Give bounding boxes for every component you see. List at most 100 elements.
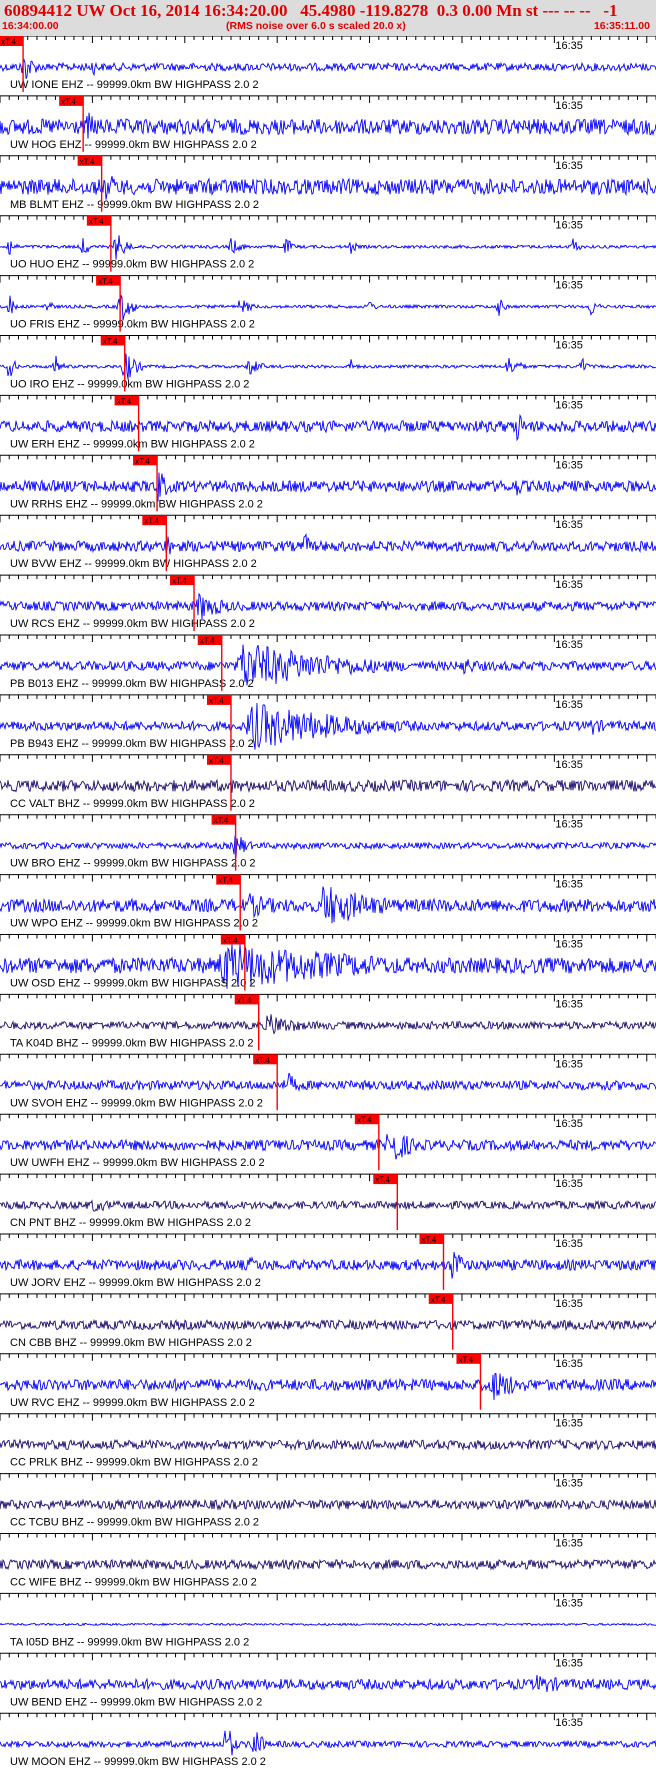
pick-label: xT.4: [117, 397, 132, 406]
station-label: UW RVC EHZ -- 99999.0km BW HIGHPASS 2.0 …: [10, 1397, 255, 1409]
minute-tick-label: 16:35: [555, 160, 583, 172]
pick-label: xT.4: [421, 1236, 436, 1245]
station-label: CN CBB BHZ -- 99999.0km BW HIGHPASS 2.0 …: [10, 1337, 252, 1349]
waveform-trace: [0, 1318, 656, 1331]
minute-tick-label: 16:35: [555, 100, 583, 112]
minute-tick-label: 16:35: [555, 1597, 583, 1609]
waveform-trace: [0, 58, 656, 79]
station-label: UW RRHS EHZ -- 99999.0km BW HIGHPASS 2.0…: [10, 498, 263, 510]
station-row: 16:35 UO IRO EHZ -- 99999.0km BW HIGHPASS…: [0, 335, 656, 392]
minute-tick-label: 16:35: [555, 280, 583, 292]
station-label: UW BRO EHZ -- 99999.0km BW HIGHPASS 2.0 …: [10, 858, 256, 870]
station-label: CC PRLK BHZ -- 99999.0km BW HIGHPASS 2.0…: [10, 1457, 258, 1469]
minute-tick-label: 16:35: [555, 1238, 583, 1250]
station-label: CC WIFE BHZ -- 99999.0km BW HIGHPASS 2.0…: [10, 1577, 257, 1589]
pick-label: xT.4: [1, 38, 16, 47]
minute-tick-label: 16:35: [555, 1657, 583, 1669]
station-row: 16:35 UW SVOH EHZ -- 99999.0km BW HIGHPAS…: [0, 1053, 656, 1111]
pick-label: xT.4: [431, 1295, 446, 1304]
station-row: 16:35 PB B943 EHZ -- 99999.0km BW HIGHPAS…: [0, 694, 656, 751]
seismogram-plot: 16:35 UW IONE EHZ -- 99999.0km BW HIGHPAS…: [0, 36, 656, 1768]
minute-tick-label: 16:35: [555, 879, 583, 891]
minute-tick-label: 16:35: [555, 639, 583, 651]
station-label: UW OSD EHZ -- 99999.0km BW HIGHPASS 2.0 …: [10, 978, 256, 990]
pick-label: xT.4: [103, 337, 118, 346]
station-label: UO IRO EHZ -- 99999.0km BW HIGHPASS 2.0 …: [10, 379, 249, 391]
station-row: 16:35 UW WPO EHZ -- 99999.0km BW HIGHPASS…: [0, 874, 656, 931]
pick-label: xT.4: [357, 1116, 372, 1125]
station-row: 16:35 UO HUO EHZ -- 99999.0km BW HIGHPASS…: [0, 215, 656, 272]
station-row: 16:35 UW HOG EHZ -- 99999.0km BW HIGHPASS…: [0, 95, 656, 152]
pick-label: xT.4: [375, 1176, 390, 1185]
station-row: 16:35 CC PRLK BHZ -- 99999.0km BW HIGHPAS…: [0, 1413, 656, 1469]
waveform-trace: [0, 1251, 656, 1279]
pick-label: xT.4: [144, 517, 159, 526]
waveform-trace: [0, 1438, 656, 1451]
station-label: TA I05D BHZ -- 99999.0km BW HIGHPASS 2.0…: [10, 1636, 249, 1648]
minute-tick-label: 16:35: [555, 1418, 583, 1430]
station-row: 16:35 CC VALT BHZ -- 99999.0km BW HIGHPAS…: [0, 754, 656, 811]
waveform-trace: [0, 472, 656, 502]
station-row: 16:35 CN PNT BHZ -- 99999.0km BW HIGHPASS…: [0, 1173, 656, 1230]
station-row: 16:35 CC WIFE BHZ -- 99999.0km BW HIGHPAS…: [0, 1533, 656, 1589]
minute-tick-label: 16:35: [555, 1717, 583, 1729]
waveform-trace: [0, 592, 656, 620]
start-time-label: 16:34:00.00: [2, 20, 59, 32]
station-row: 16:35 CC TCBU BHZ -- 99999.0km BW HIGHPAS…: [0, 1473, 656, 1529]
pick-label: xT.4: [255, 1056, 270, 1065]
station-label: UW IONE EHZ -- 99999.0km BW HIGHPASS 2.0…: [10, 79, 259, 91]
station-row: 16:35 UW BRO EHZ -- 99999.0km BW HIGHPASS…: [0, 814, 656, 871]
waveform-trace: [0, 1199, 656, 1212]
pick-label: xT.4: [223, 936, 238, 945]
minute-tick-label: 16:35: [555, 1538, 583, 1550]
waveform-trace: [0, 1674, 656, 1692]
station-row: 16:35 TA I05D BHZ -- 99999.0km BW HIGHPAS…: [0, 1592, 656, 1648]
station-label: CC VALT BHZ -- 99999.0km BW HIGHPASS 2.0…: [10, 798, 255, 810]
pick-label: xT.4: [200, 637, 215, 646]
station-row: 16:35 UW BEND EHZ -- 99999.0km BW HIGHPAS…: [0, 1652, 656, 1708]
waveform-trace: [0, 835, 656, 858]
station-row: 16:35 UW RVC EHZ -- 99999.0km BW HIGHPASS…: [0, 1353, 656, 1410]
minute-tick-label: 16:35: [555, 1478, 583, 1490]
waveform-trace: [0, 1622, 656, 1627]
station-label: UO FRIS EHZ -- 99999.0km BW HIGHPASS 2.0…: [10, 319, 255, 331]
title-bar: 60894412 UW Oct 16, 2014 16:34:20.00 45.…: [0, 0, 656, 36]
station-row: 16:35 UW RRHS EHZ -- 99999.0km BW HIGHPAS…: [0, 454, 656, 512]
pick-label: xT.4: [218, 876, 233, 885]
waveform-trace: [0, 532, 656, 555]
pick-label: xT.4: [61, 97, 76, 106]
minute-tick-label: 16:35: [555, 1358, 583, 1370]
station-row: 16:35 UW UWFH EHZ -- 99999.0km BW HIGHPAS…: [0, 1113, 656, 1171]
station-label: UW RCS EHZ -- 99999.0km BW HIGHPASS 2.0 …: [10, 618, 255, 630]
station-row: 16:35 UW BVW EHZ -- 99999.0km BW HIGHPASS…: [0, 514, 656, 572]
waveform-trace: [0, 235, 656, 260]
station-row: 16:35 PB B013 EHZ -- 99999.0km BW HIGHPAS…: [0, 634, 656, 691]
pick-label: xT.4: [214, 816, 229, 825]
station-label: UW MOON EHZ -- 99999.0km BW HIGHPASS 2.0…: [10, 1756, 266, 1768]
station-row: 16:35 CN CBB BHZ -- 99999.0km BW HIGHPASS…: [0, 1293, 656, 1350]
minute-tick-label: 16:35: [555, 399, 583, 411]
waveform-trace: [0, 353, 656, 380]
waveform-trace: [0, 176, 656, 200]
waveform-trace: [0, 1730, 656, 1756]
station-label: PB B943 EHZ -- 99999.0km BW HIGHPASS 2.0…: [10, 738, 254, 750]
minute-tick-label: 16:35: [555, 519, 583, 531]
station-label: UW SVOH EHZ -- 99999.0km BW HIGHPASS 2.0…: [10, 1097, 263, 1109]
pick-label: xT.4: [458, 1355, 473, 1364]
pick-label: xT.4: [209, 756, 224, 765]
station-label: UW HOG EHZ -- 99999.0km BW HIGHPASS 2.0 …: [10, 139, 257, 151]
station-row: 16:35 UW OSD EHZ -- 99999.0km BW HIGHPASS…: [0, 934, 656, 991]
pick-label: xT.4: [89, 217, 104, 226]
pick-label: xT.4: [98, 277, 113, 286]
station-label: CC TCBU BHZ -- 99999.0km BW HIGHPASS 2.0…: [10, 1517, 259, 1529]
minute-tick-label: 16:35: [555, 1058, 583, 1070]
minute-tick-label: 16:35: [555, 998, 583, 1010]
minute-tick-label: 16:35: [555, 340, 583, 352]
minute-tick-label: 16:35: [555, 759, 583, 771]
minute-tick-label: 16:35: [555, 459, 583, 471]
minute-tick-label: 16:35: [555, 579, 583, 591]
station-row: 16:35 TA K04D BHZ -- 99999.0km BW HIGHPAS…: [0, 993, 656, 1051]
station-label: UW JORV EHZ -- 99999.0km BW HIGHPASS 2.0…: [10, 1277, 261, 1289]
pick-label: xT.4: [172, 577, 187, 586]
station-row: 16:35 UW JORV EHZ -- 99999.0km BW HIGHPAS…: [0, 1233, 656, 1290]
